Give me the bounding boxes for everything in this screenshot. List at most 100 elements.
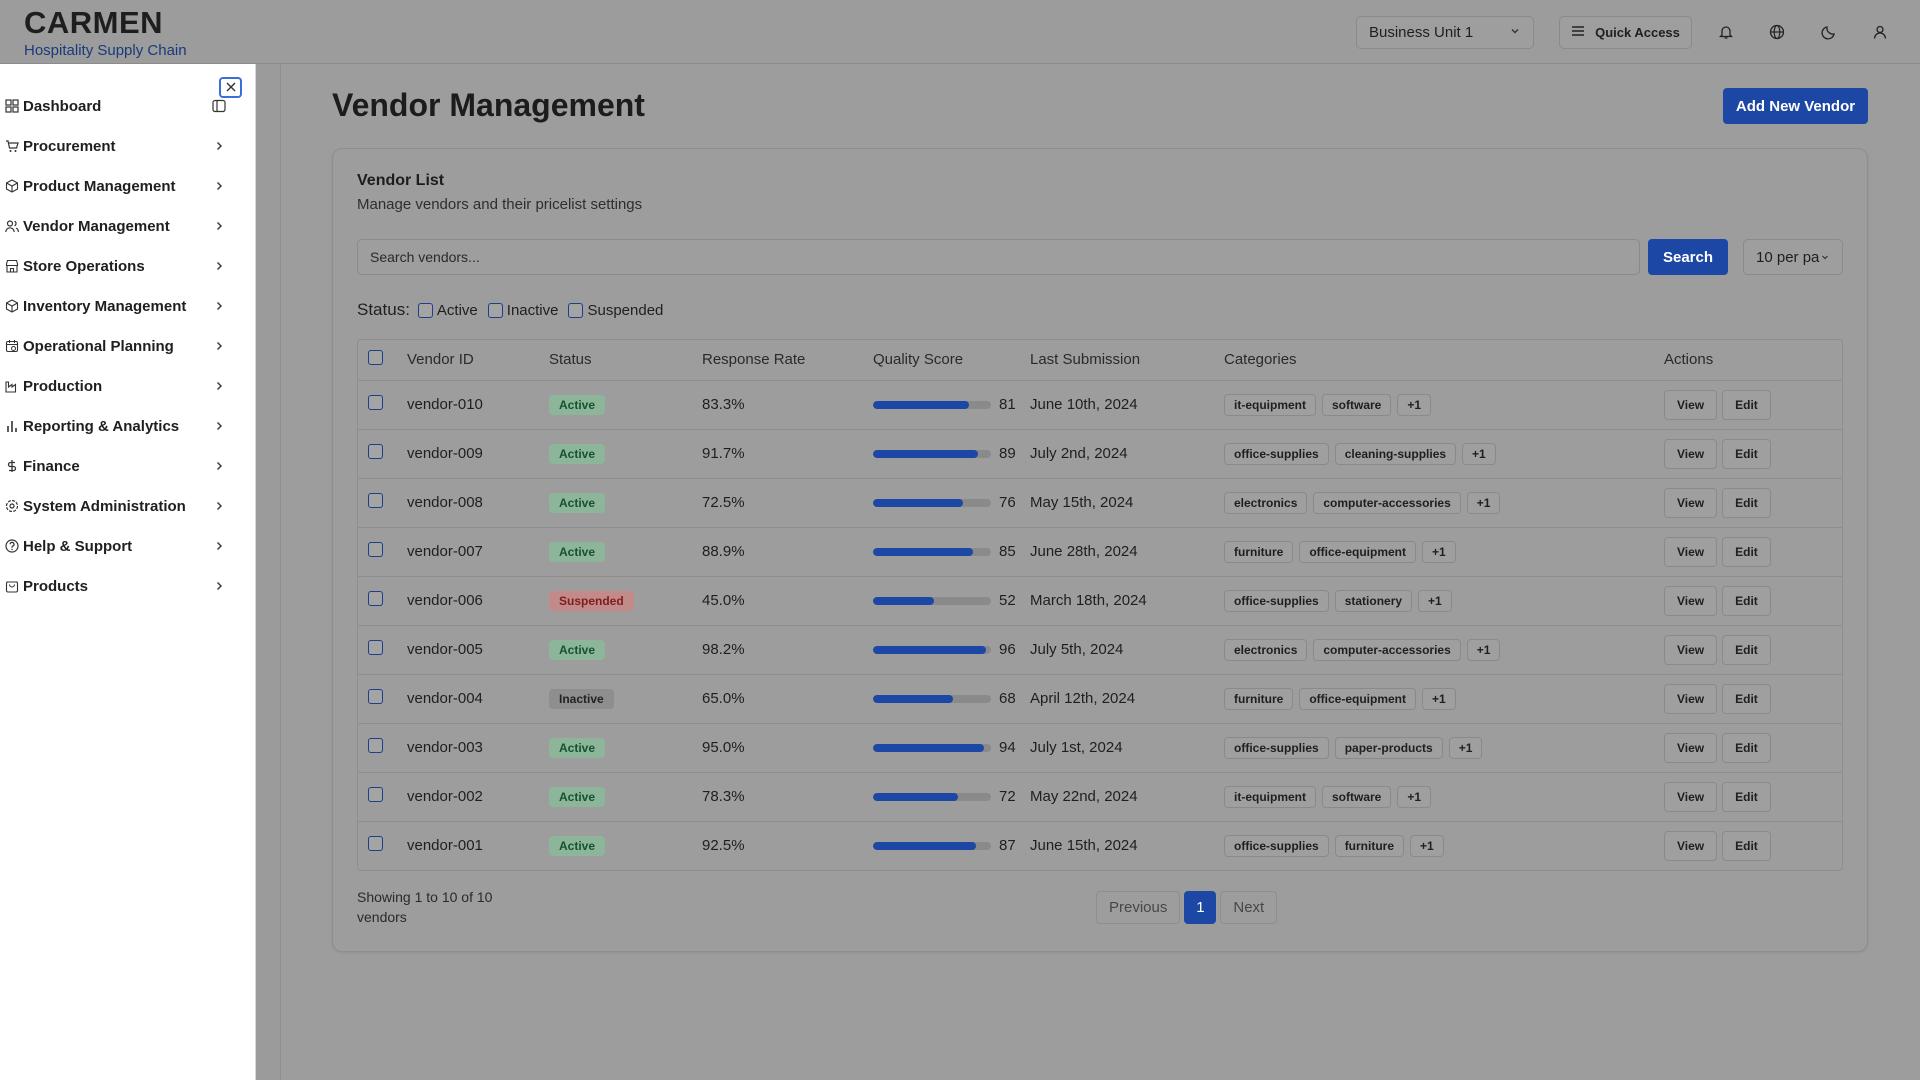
sidebar-item-system-administration[interactable]: System Administration [0,489,232,523]
last-submission: March 18th, 2024 [1030,576,1224,626]
card-subtitle: Manage vendors and their pricelist setti… [357,196,643,213]
row-checkbox[interactable] [368,444,383,459]
user-icon[interactable] [1868,20,1892,44]
column-header[interactable]: Vendor ID [407,340,549,381]
status-badge: Active [549,443,606,464]
table-row[interactable]: vendor-003 Active 95.0% 94 July 1st, 2024 off… [358,723,1842,773]
checkbox[interactable] [487,302,503,318]
table-row[interactable]: vendor-001 Active 92.5% 87 June 15th, 2024 of… [358,821,1842,870]
bell-icon[interactable] [1714,20,1738,44]
categories: it-equipment software +1 [1224,393,1664,416]
edit-button[interactable]: Edit [1722,536,1771,567]
view-button[interactable]: View [1664,389,1718,420]
table-row[interactable]: vendor-010 Active 83.3% 81 June 10th, 2024 it… [358,380,1842,430]
table-row[interactable]: vendor-002 Active 78.3% 72 May 22nd, 2024 it-… [358,772,1842,822]
table-row[interactable]: vendor-006 Suspended 45.0% 52 March 18th, 20… [358,576,1842,626]
column-header[interactable]: Status [549,340,702,381]
next-page-button[interactable]: Next [1220,891,1278,924]
row-checkbox[interactable] [368,591,383,606]
per-page-select[interactable]: 10 per pa [1743,239,1843,275]
moon-icon[interactable] [1817,20,1841,44]
quality-score: 52 [873,592,1030,609]
categories: office-supplies cleaning-supplies +1 [1224,442,1664,465]
table-row[interactable]: vendor-009 Active 91.7% 89 July 2nd, 2024 off… [358,429,1842,479]
add-new-vendor-button[interactable]: Add New Vendor [1723,88,1868,124]
sidebar-item-store-operations[interactable]: Store Operations [0,249,232,283]
menu-icon [1571,25,1585,40]
row-checkbox[interactable] [368,787,383,802]
sidebar-item-products[interactable]: Products [0,569,232,603]
view-button[interactable]: View [1664,438,1718,469]
status-filter-inactive[interactable]: Inactive [487,302,558,319]
view-button[interactable]: View [1664,634,1718,665]
table-row[interactable]: vendor-005 Active 98.2% 96 July 5th, 2024 ele… [358,625,1842,675]
column-header[interactable]: Categories [1224,340,1664,381]
quality-score-fill [873,792,958,801]
panel-icon[interactable] [212,99,226,113]
edit-button[interactable]: Edit [1722,683,1771,714]
select-all-checkbox[interactable] [368,350,383,366]
row-checkbox[interactable] [368,542,383,557]
sidebar-item-operational-planning[interactable]: Operational Planning [0,329,232,363]
sidebar-item-product-management[interactable]: Product Management [0,169,232,203]
category-tag: +1 [1466,638,1501,661]
brand[interactable]: CARMEN Hospitality Supply Chain [24,6,187,60]
sidebar-item-dashboard[interactable]: Dashboard [0,89,232,123]
table-row[interactable]: vendor-004 Inactive 65.0% 68 April 12th, 202… [358,674,1842,724]
search-button[interactable]: Search [1648,239,1728,275]
edit-button[interactable]: Edit [1722,389,1771,420]
row-checkbox[interactable] [368,395,383,410]
sidebar-item-production[interactable]: Production [0,369,232,403]
table-row[interactable]: vendor-008 Active 72.5% 76 May 15th, 2024 ele… [358,478,1842,528]
chevron-right-icon [212,299,226,313]
view-button[interactable]: View [1664,830,1718,861]
sidebar-item-help-support[interactable]: Help & Support [0,529,232,563]
row-checkbox[interactable] [368,689,383,704]
view-button[interactable]: View [1664,732,1718,763]
page-1-button[interactable]: 1 [1184,891,1217,924]
quality-score-fill [873,694,954,703]
edit-button[interactable]: Edit [1722,732,1771,763]
edit-button[interactable]: Edit [1722,781,1771,812]
sidebar-item-vendor-management[interactable]: Vendor Management [0,209,232,243]
business-unit-select[interactable]: Business Unit 1 [1356,16,1534,49]
response-rate: 92.5% [702,837,745,855]
checkbox[interactable] [568,302,584,318]
sidebar-item-finance[interactable]: Finance [0,449,232,483]
sidebar-item-inventory-management[interactable]: Inventory Management [0,289,232,323]
previous-page-button[interactable]: Previous [1096,891,1181,924]
column-header[interactable]: Response Rate [702,340,873,381]
chevron-right-icon [212,139,226,153]
view-button[interactable]: View [1664,487,1718,518]
row-checkbox[interactable] [368,640,383,655]
globe-icon[interactable] [1765,20,1789,44]
edit-button[interactable]: Edit [1722,487,1771,518]
checkbox[interactable] [417,302,433,318]
edit-button[interactable]: Edit [1722,634,1771,665]
view-button[interactable]: View [1664,683,1718,714]
sidebar-item-procurement[interactable]: Procurement [0,129,232,163]
view-button[interactable]: View [1664,585,1718,616]
view-button[interactable]: View [1664,536,1718,567]
edit-button[interactable]: Edit [1722,585,1771,616]
table-row[interactable]: vendor-007 Active 88.9% 85 June 28th, 2024 fu… [358,527,1842,577]
edit-button[interactable]: Edit [1722,438,1771,469]
chevron-right-icon [212,259,226,273]
sidebar-item-reporting-analytics[interactable]: Reporting & Analytics [0,409,232,443]
last-submission: April 12th, 2024 [1030,674,1224,724]
quality-score-bar [873,841,991,850]
view-button[interactable]: View [1664,781,1718,812]
quality-score: 87 [873,837,1030,854]
row-checkbox[interactable] [368,836,383,852]
row-checkbox[interactable] [368,493,383,508]
quick-access-button[interactable]: Quick Access [1559,16,1692,49]
status-filter-active[interactable]: Active [417,302,478,319]
sidebar-item-label: Dashboard [23,97,102,115]
page-title: Vendor Management [332,87,645,123]
status-filter-suspended[interactable]: Suspended [568,302,663,319]
column-header[interactable]: Quality Score [873,340,1030,381]
column-header[interactable]: Last Submission [1030,340,1224,381]
edit-button[interactable]: Edit [1722,830,1771,861]
search-input[interactable] [357,239,1640,275]
row-checkbox[interactable] [368,738,383,753]
